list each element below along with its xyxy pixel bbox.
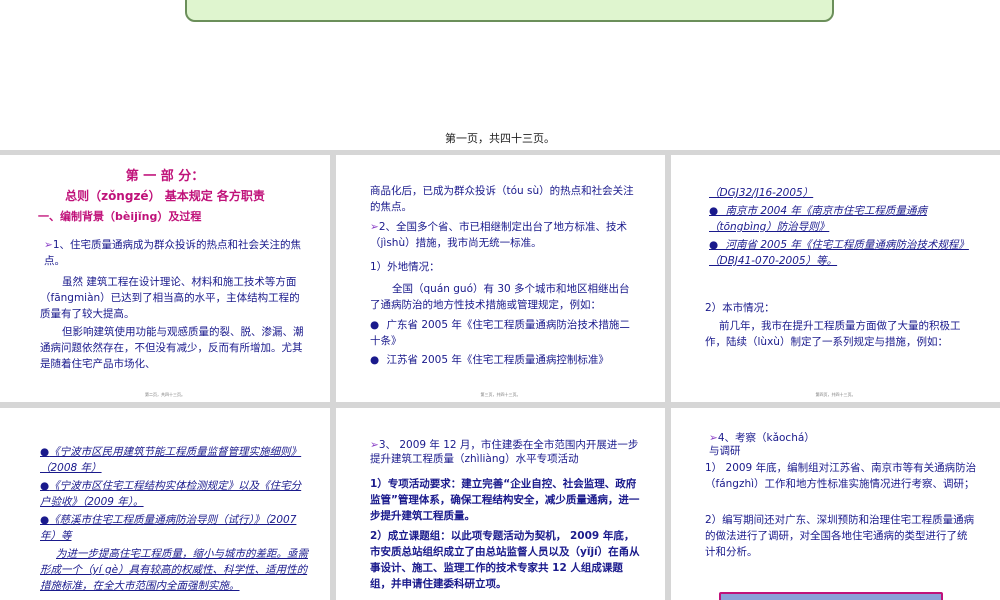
arrow-icon: ➢	[709, 432, 718, 444]
slide-thumbnail-2[interactable]: 第 一 部 分： 总则（zǒngzé） 基本规定 各方职责 一、编制背景（bèi…	[0, 155, 330, 402]
list-item: ●《慈溪市住宅工程质量通病防治导则（试行）》（2007 年）等	[40, 514, 297, 542]
slide-footer: 第四页，共四十三页。	[815, 392, 856, 397]
paragraph: 1）专项活动要求：建立完善“企业自控、社会监理、政府监管”管理体系，确保工程结构…	[370, 478, 640, 522]
list-item: ●《宁波市区民用建筑节能工程质量监督管理实施细则》（2008 年）	[40, 446, 302, 474]
paragraph: 虽然 建筑工程在设计理论、材料和施工技术等方面（fāngmiàn）已达到了相当高…	[40, 276, 300, 320]
paragraph: 但影响建筑使用功能与观感质量的裂、脱、渗漏、潮通病问题依然存在，不但没有减少，反…	[40, 326, 304, 370]
bullet-icon: ●	[370, 354, 387, 366]
bullet-icon: ●	[40, 514, 50, 526]
bullet-icon: ●	[709, 205, 726, 217]
slide-thumbnail-4[interactable]: （DGJ32/J16-2005） ● 南京市 2004 年《南京市住宅工程质量通…	[671, 155, 1000, 402]
paragraph: 为进一步提高住宅工程质量，缩小与城市的差距。亟需形成一个（yí gè）具有较高的…	[40, 548, 308, 592]
slide-footer: 第三页，共四十三页。	[480, 392, 521, 397]
list-item: ● 南京市 2004 年《南京市住宅工程质量通病（tōngbìng）防治导则》	[709, 205, 927, 233]
title-area: 第一页，共四十三页。	[0, 0, 1000, 150]
bullet-icon: ●	[40, 446, 50, 458]
bullet-icon: ●	[40, 480, 50, 492]
paragraph: 2）编写期间还对广东、深圳预防和治理住宅工程质量通病的做法进行了调研，对全国各地…	[705, 514, 975, 558]
slide-thumbnail-3[interactable]: 商品化后，已成为群众投诉（tóu sù）的热点和社会关注的焦点。 ➢2、全国多个…	[336, 155, 665, 402]
paragraph: （DGJ32/J16-2005）	[709, 187, 814, 199]
list-item: ● 河南省 2005 年《住宅工程质量通病防治技术规程》（DBJ41-070-2…	[709, 239, 969, 267]
paragraph: 1） 2009 年底，编制组对江苏省、南京市等有关通病防治（fángzhì）工作…	[705, 462, 977, 490]
slide-footer: 第二页，共四十三页。	[145, 392, 185, 397]
paragraph: 2）成立课题组：以此项专题活动为契机， 2009 年底，市安质总站组织成立了由总…	[370, 530, 640, 590]
slide-subheading: 总则（zǒngzé） 基本规定 各方职责	[65, 189, 265, 203]
slide-heading: 第 一 部 分：	[125, 169, 205, 184]
paragraph: ➢2、全国多个省、市已相继制定出台了地方标准、技术（jìshù）措施，我市尚无统…	[370, 221, 627, 249]
paragraph: ➢4、考察（kǎochá）与调研	[709, 432, 815, 457]
arrow-icon: ➢	[370, 221, 379, 233]
list-item: ● 广东省 2005 年《住宅工程质量通病防治技术措施二十条》	[370, 319, 630, 347]
slide-thumbnail-5[interactable]: ●《宁波市区民用建筑节能工程质量监督管理实施细则》（2008 年） ●《宁波市区…	[0, 408, 330, 600]
slide-button-shape	[719, 592, 943, 600]
page-count: 第一页，共四十三页。	[445, 132, 555, 145]
paragraph: 1）外地情况：	[370, 261, 440, 273]
arrow-icon: ➢	[44, 239, 53, 251]
bullet-icon: ●	[709, 239, 726, 251]
slide-thumbnail-7[interactable]: ➢4、考察（kǎochá）与调研 1） 2009 年底，编制组对江苏省、南京市等…	[671, 408, 1000, 600]
paragraph: 前几年，我市在提升工程质量方面做了大量的积极工作，陆续（lùxù）制定了一系列规…	[705, 320, 961, 348]
list-item: ●《宁波市区住宅工程结构实体检测规定》以及《住宅分户验收》（2009 年）。	[40, 480, 302, 508]
paragraph: 商品化后，已成为群众投诉（tóu sù）的热点和社会关注的焦点。	[370, 185, 634, 213]
bullet-icon: ●	[370, 319, 387, 331]
arrow-icon: ➢	[370, 439, 379, 451]
list-item: ● 江苏省 2005 年《住宅工程质量通病控制标准》	[370, 354, 609, 366]
slide-thumbnail-6[interactable]: ➢3、 2009 年 12 月，市住建委在全市范围内开展进一步提升建筑工程质量（…	[336, 408, 665, 600]
paragraph: 全国（quán guó）有 30 多个城市和地区相继出台了通病防治的地方性技术措…	[370, 283, 630, 311]
section-title: 一、编制背景（bèijǐng）及过程	[38, 210, 202, 223]
paragraph: 2）本市情况：	[705, 302, 775, 314]
slide-grid: 第 一 部 分： 总则（zǒngzé） 基本规定 各方职责 一、编制背景（bèi…	[0, 150, 1000, 600]
title-banner	[185, 0, 834, 22]
paragraph: ➢1、住宅质量通病成为群众投诉的热点和社会关注的焦点。	[44, 239, 301, 267]
paragraph: ➢3、 2009 年 12 月，市住建委在全市范围内开展进一步提升建筑工程质量（…	[370, 439, 639, 465]
